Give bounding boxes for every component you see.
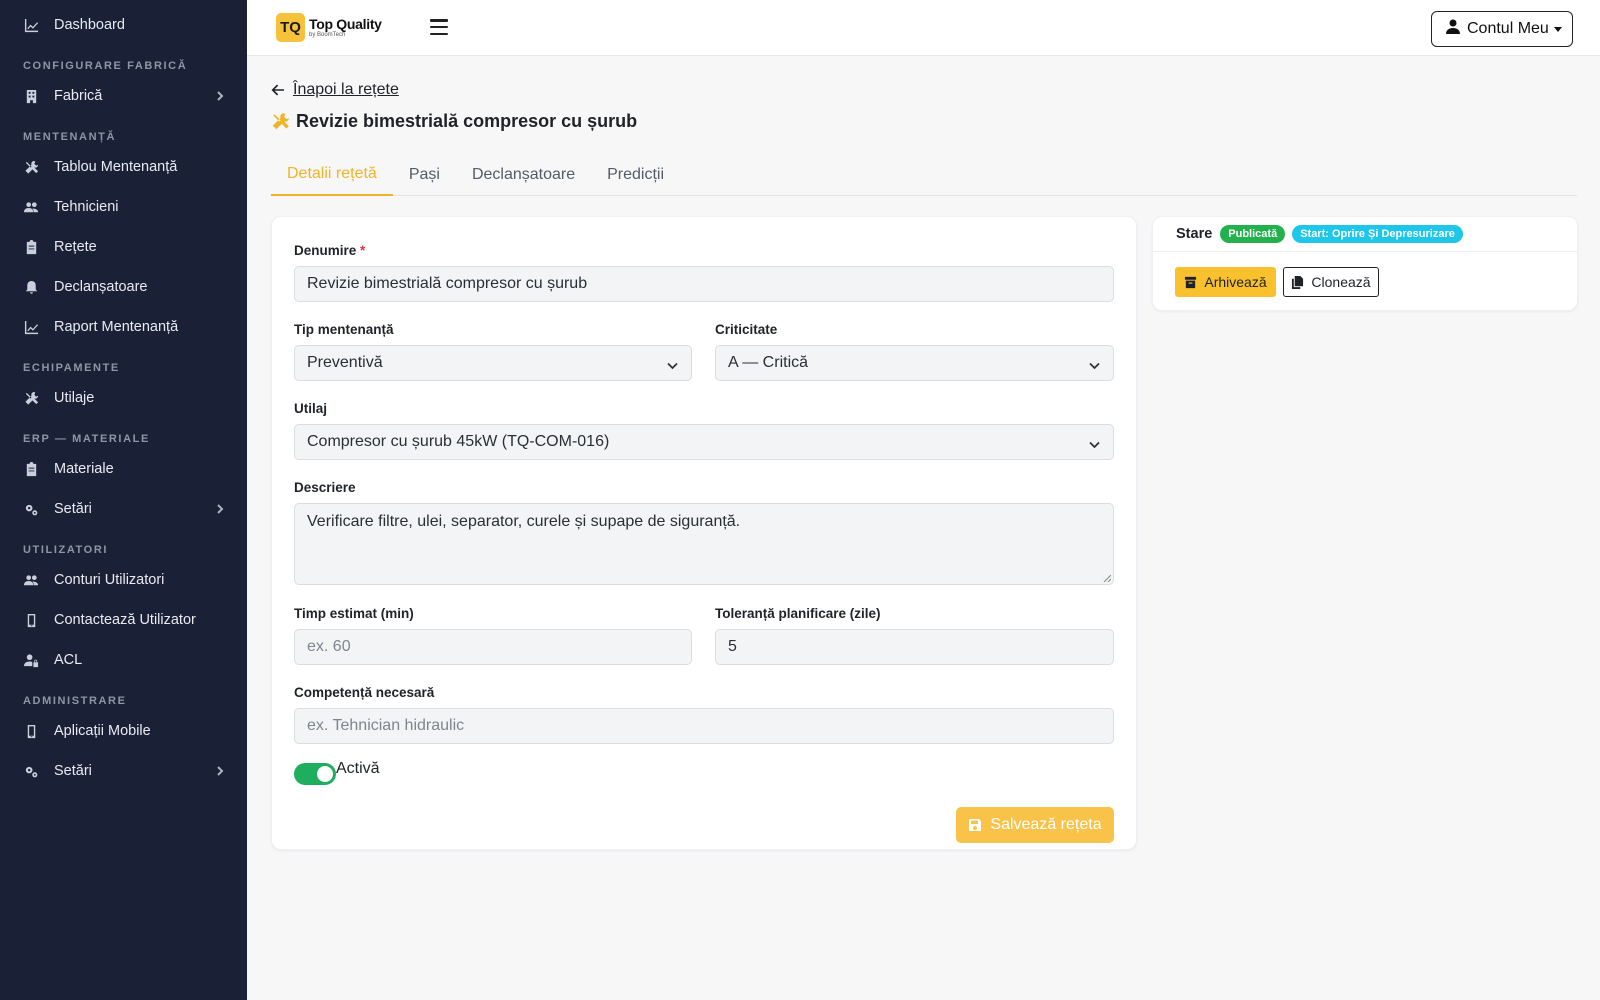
- tabs: Detalii rețetă Pași Declanșatoare Predic…: [271, 153, 1577, 196]
- resize-handle-icon[interactable]: [1103, 574, 1111, 582]
- chevron-down-icon: [667, 358, 678, 370]
- tab-steps[interactable]: Pași: [393, 153, 456, 196]
- status-badge-start: Start: Oprire Și Depresurizare: [1292, 225, 1463, 243]
- clipboard-icon: [23, 461, 39, 477]
- account-dropdown-button[interactable]: Contul Meu: [1431, 11, 1573, 47]
- sidebar: Dashboard CONFIGURARE FABRICĂ Fabrică ME…: [0, 0, 247, 1000]
- chevron-right-icon: [215, 91, 225, 101]
- estimated-time-label: Timp estimat (min): [294, 606, 414, 621]
- recipe-form-card: Denumire * Revizie bimestrială compresor…: [271, 216, 1137, 850]
- clipboard-icon: [23, 239, 39, 255]
- tools-icon: [23, 159, 39, 175]
- sidebar-item-technicians[interactable]: Tehnicieni: [0, 187, 247, 227]
- maintenance-type-label: Tip mentenanță: [294, 322, 394, 337]
- save-recipe-button[interactable]: Salvează rețeta: [956, 807, 1114, 843]
- caret-down-icon: [1553, 26, 1562, 32]
- tools-icon: [272, 113, 289, 130]
- cogs-icon: [23, 501, 39, 517]
- main-content: Înapoi la rețete Revizie bimestrială com…: [247, 56, 1600, 1000]
- section-erp: ERP — MATERIALE: [23, 433, 150, 445]
- topbar: TQ Top Quality by BoomTech Contul Meu: [247, 0, 1600, 56]
- arrow-left-icon: [271, 84, 284, 96]
- users-icon: [23, 572, 39, 588]
- clone-button[interactable]: Clonează: [1283, 267, 1379, 297]
- sidebar-item-acl[interactable]: ACL: [0, 640, 247, 680]
- name-input[interactable]: Revizie bimestrială compresor cu șurub: [294, 266, 1114, 302]
- scheduling-tolerance-input[interactable]: 5: [715, 629, 1114, 665]
- section-maintenance: MENTENANȚĂ: [23, 131, 116, 143]
- machine-label: Utilaj: [294, 401, 328, 416]
- sidebar-item-factory[interactable]: Fabrică: [0, 76, 247, 116]
- description-textarea[interactable]: Verificare filtre, ulei, separator, cure…: [294, 503, 1114, 585]
- status-card: Stare Publicată Start: Oprire Și Depresu…: [1152, 216, 1578, 311]
- sidebar-item-mobile-apps[interactable]: Aplicații Mobile: [0, 711, 247, 751]
- description-label: Descriere: [294, 480, 356, 495]
- estimated-time-input[interactable]: ex. 60: [294, 629, 692, 665]
- maintenance-type-select[interactable]: Preventivă: [294, 345, 692, 381]
- sidebar-item-dashboard[interactable]: Dashboard: [0, 5, 247, 45]
- building-icon: [23, 88, 39, 104]
- status-label: Stare: [1176, 226, 1213, 242]
- user-lock-icon: [23, 652, 39, 668]
- machine-select[interactable]: Compresor cu șurub 45kW (TQ-COM-016): [294, 424, 1114, 460]
- sidebar-item-recipes[interactable]: Rețete: [0, 227, 247, 267]
- tab-triggers[interactable]: Declanșatoare: [456, 153, 591, 196]
- chart-line-icon: [23, 319, 39, 335]
- logo-subtitle: by BoomTech: [309, 32, 346, 38]
- sidebar-item-materials[interactable]: Materiale: [0, 449, 247, 489]
- cogs-icon: [23, 763, 39, 779]
- page-title: Revizie bimestrială compresor cu șurub: [271, 111, 637, 132]
- toggle-knob: [317, 766, 333, 782]
- tab-recipe-details[interactable]: Detalii rețetă: [271, 153, 393, 196]
- logo-title: Top Quality: [309, 16, 382, 32]
- section-factory: CONFIGURARE FABRICĂ: [23, 60, 188, 72]
- floppy-disk-icon: [969, 819, 982, 831]
- user-icon: [1446, 19, 1460, 39]
- chevron-right-icon: [215, 766, 225, 776]
- chevron-right-icon: [215, 504, 225, 514]
- criticality-select[interactable]: A — Critică: [715, 345, 1114, 381]
- account-label: Contul Meu: [1467, 20, 1549, 37]
- mobile-icon: [23, 612, 39, 628]
- required-competence-label: Competență necesară: [294, 685, 435, 700]
- bell-icon: [23, 279, 39, 295]
- required-competence-input[interactable]: ex. Tehnician hidraulic: [294, 708, 1114, 744]
- scheduling-tolerance-label: Toleranță planificare (zile): [715, 606, 881, 621]
- active-toggle[interactable]: [294, 763, 336, 785]
- copy-icon: [1292, 275, 1304, 289]
- logo-mark: TQ: [276, 13, 305, 42]
- section-equipment: ECHIPAMENTE: [23, 362, 120, 374]
- name-label: Denumire *: [294, 243, 366, 258]
- archive-icon: [1185, 276, 1197, 288]
- sidebar-item-user-accounts[interactable]: Conturi Utilizatori: [0, 560, 247, 600]
- sidebar-item-machines[interactable]: Utilaje: [0, 378, 247, 418]
- section-users: UTILIZATORI: [23, 544, 109, 556]
- active-label: Activă: [336, 760, 380, 777]
- users-icon: [23, 199, 39, 215]
- chevron-down-icon: [1089, 358, 1100, 370]
- chart-line-icon: [23, 17, 39, 33]
- tab-predictions[interactable]: Predicții: [591, 153, 680, 196]
- menu-toggle-icon[interactable]: [430, 19, 448, 35]
- sidebar-item-triggers[interactable]: Declanșatoare: [0, 267, 247, 307]
- chevron-down-icon: [1089, 437, 1100, 449]
- sidebar-item-erp-settings[interactable]: Setări: [0, 489, 247, 529]
- archive-button[interactable]: Arhivează: [1175, 267, 1276, 297]
- sidebar-item-contact-user[interactable]: Contactează Utilizator: [0, 600, 247, 640]
- sidebar-item-admin-settings[interactable]: Setări: [0, 751, 247, 791]
- sidebar-item-maintenance-board[interactable]: Tablou Mentenanță: [0, 147, 247, 187]
- sidebar-item-maintenance-report[interactable]: Raport Mentenanță: [0, 307, 247, 347]
- mobile-icon: [23, 723, 39, 739]
- status-badge-published: Publicată: [1220, 225, 1286, 243]
- section-admin: ADMINISTRARE: [23, 695, 127, 707]
- logo[interactable]: TQ Top Quality by BoomTech: [276, 13, 382, 42]
- criticality-label: Criticitate: [715, 322, 778, 337]
- tools-icon: [23, 390, 39, 406]
- back-to-recipes-link[interactable]: Înapoi la rețete: [271, 81, 399, 99]
